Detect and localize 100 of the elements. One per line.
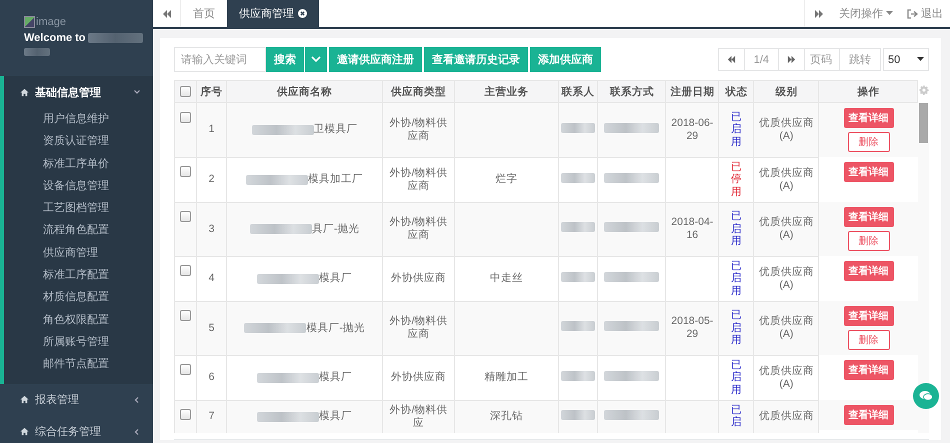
delete-button[interactable]: 删除 <box>848 132 890 152</box>
home-icon <box>20 395 29 404</box>
submenu-item[interactable]: 角色权限配置 <box>4 308 153 331</box>
main-business: 深孔钻 <box>490 410 524 422</box>
main-business: 中走丝 <box>490 272 524 284</box>
view-details-button[interactable]: 查看详细 <box>844 306 894 326</box>
redacted-block <box>257 274 320 284</box>
submenu-item[interactable]: 材质信息配置 <box>4 286 153 309</box>
redacted-block <box>252 124 314 135</box>
status-text: 已启用 <box>730 210 743 248</box>
level-text: 优质供应商(A) <box>758 116 815 143</box>
registration-date: 2018-04-16 <box>670 216 714 242</box>
view-details-button[interactable]: 查看详细 <box>844 108 894 128</box>
row-number: 6 <box>208 371 214 383</box>
logout-icon <box>907 8 918 18</box>
redacted-block <box>561 122 596 133</box>
submenu-item[interactable]: 所属账号管理 <box>4 330 153 354</box>
caret-icon <box>917 57 924 62</box>
home-icon <box>20 88 29 96</box>
main-business: 精雕加工 <box>484 371 529 383</box>
home-icon <box>20 427 29 436</box>
redacted-block <box>561 370 596 380</box>
level-text: 优质供应商(A) <box>758 315 815 341</box>
redacted-block <box>24 48 50 56</box>
settings-icon[interactable] <box>918 85 929 95</box>
previous-page-button[interactable] <box>718 48 745 71</box>
delete-button[interactable]: 删除 <box>848 231 890 251</box>
scrollbar-thumb[interactable] <box>918 102 928 142</box>
tab[interactable]: 供应商管理 <box>227 0 319 27</box>
view-details-button[interactable]: 查看详细 <box>844 261 894 281</box>
checkbox[interactable] <box>180 112 191 123</box>
column-header: 联系人 <box>562 86 595 98</box>
status-text: 已启 <box>730 404 743 429</box>
view-details-button[interactable]: 查看详细 <box>844 207 894 227</box>
double-right-icon <box>787 55 796 64</box>
checkbox[interactable] <box>180 86 191 98</box>
menu-item[interactable]: 基础信息管理 <box>4 76 153 108</box>
redacted-block <box>604 410 660 420</box>
search-field[interactable]: 请输入关键词 <box>174 47 266 72</box>
redacted-block <box>561 272 596 282</box>
checkbox[interactable] <box>180 364 191 376</box>
supplier-type: 外协/物料供应商 <box>388 116 449 143</box>
checkbox[interactable] <box>180 310 191 322</box>
checkbox[interactable] <box>180 166 191 178</box>
next-page-button[interactable] <box>778 48 805 71</box>
submenu-item[interactable]: 邮件节点配置 <box>4 353 153 376</box>
delete-button[interactable]: 删除 <box>848 330 890 350</box>
action-button[interactable]: 添加供应商 <box>530 47 601 72</box>
action-button[interactable]: 邀请供应商注册 <box>329 47 422 72</box>
page-field[interactable]: 页码 <box>804 48 840 71</box>
page-size-select[interactable]: 50 <box>883 48 929 71</box>
supplier-name: 模具厂 <box>319 272 352 285</box>
broken-image: image <box>24 16 153 28</box>
column-header: 联系方式 <box>610 86 654 98</box>
status-text: 已启用 <box>730 358 743 396</box>
submenu-item[interactable]: 供应商管理 <box>4 242 153 264</box>
supplier-name: 模具厂 <box>319 371 352 384</box>
checkbox[interactable] <box>180 409 191 420</box>
redacted-block <box>561 222 596 232</box>
view-details-button[interactable]: 查看详细 <box>844 360 894 380</box>
redacted-block <box>604 321 660 331</box>
column-header: 主营业务 <box>484 86 529 98</box>
submenu-item[interactable]: 标准工序单价 <box>4 152 153 175</box>
checkbox[interactable] <box>180 265 191 276</box>
supplier-name: 模具厂 <box>319 410 352 423</box>
close-icon[interactable] <box>298 9 307 18</box>
supplier-type: 外协/物料供应商 <box>388 216 449 242</box>
submenu-item[interactable]: 用户信息维护 <box>4 108 153 130</box>
action-button[interactable]: 查看邀请历史记录 <box>424 47 528 72</box>
double-left-icon <box>726 55 736 64</box>
submenu-item[interactable]: 标准工序配置 <box>4 264 153 286</box>
redacted-block <box>604 222 660 232</box>
row-number: 5 <box>208 322 214 334</box>
checkbox[interactable] <box>180 211 191 222</box>
tab[interactable]: 首页 <box>181 0 227 27</box>
double-left-icon <box>162 8 172 18</box>
column-header: 级别 <box>775 86 798 98</box>
submenu-item[interactable]: 工艺图档管理 <box>4 197 153 220</box>
submenu-item[interactable]: 流程角色配置 <box>4 219 153 242</box>
redacted-block <box>250 224 312 234</box>
jump-button[interactable]: 跳转 <box>839 48 881 71</box>
level-text: 优质供应商(A) <box>758 166 815 192</box>
submenu-item[interactable]: 资质认证管理 <box>4 130 153 153</box>
redacted-block <box>604 122 660 133</box>
view-details-button[interactable]: 查看详细 <box>844 405 894 425</box>
dropdown-button[interactable] <box>304 47 327 72</box>
submenu-item[interactable]: 设备信息管理 <box>4 174 153 198</box>
search-button[interactable]: 搜索 <box>266 47 304 72</box>
row-number: 7 <box>208 410 214 422</box>
redacted-block <box>561 410 596 420</box>
column-header: 操作 <box>857 86 880 98</box>
supplier-name: 模具厂-抛光 <box>306 322 365 334</box>
supplier-name: 卫模具厂 <box>314 123 358 136</box>
column-header: 注册日期 <box>670 86 714 98</box>
level-text: 优质供应商(A) <box>758 216 815 242</box>
chevron-left-icon <box>133 396 141 404</box>
row-number: 4 <box>208 272 214 284</box>
view-details-button[interactable]: 查看详细 <box>844 162 894 182</box>
column-header: 状态 <box>725 86 748 98</box>
chat-icon <box>919 390 933 402</box>
